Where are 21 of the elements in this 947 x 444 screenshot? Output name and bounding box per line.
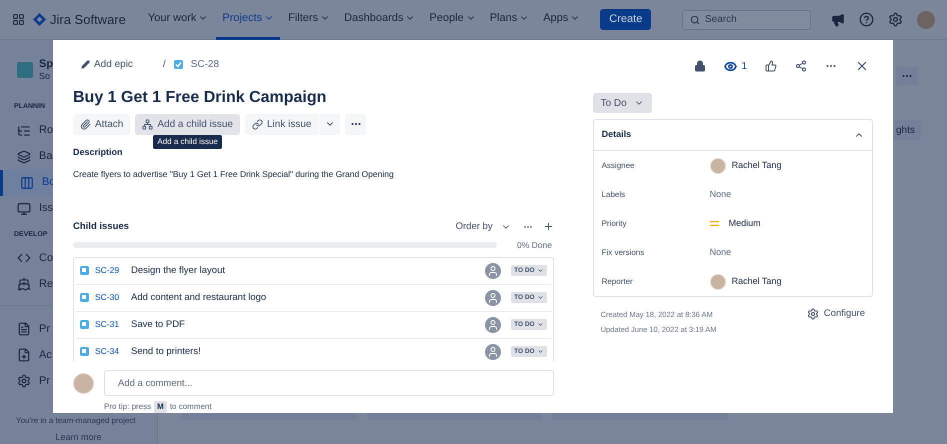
product-name: Jira Software xyxy=(50,10,126,29)
pro-tip-text: to comment xyxy=(170,401,212,413)
field-label: Fix versions xyxy=(602,246,646,258)
progress-reading: 0% Done xyxy=(517,239,552,252)
field-label: Labels xyxy=(602,188,626,200)
tooltip: Add a child issue xyxy=(153,134,222,149)
issue-summary: Add content and restaurant logo xyxy=(131,290,268,305)
field-label: Assignee xyxy=(602,160,636,172)
project-type-note: You're in a team-managed project xyxy=(15,415,137,427)
project-type: So xyxy=(39,70,52,82)
child-issues-heading: Child issues xyxy=(73,220,130,234)
breadcrumb-separator: / xyxy=(162,58,166,72)
description-heading: Description xyxy=(73,146,124,159)
issue-summary: Send to printers! xyxy=(131,344,202,359)
field-label: Reporter xyxy=(602,276,634,288)
pro-tip-text: Pro tip: press xyxy=(104,401,152,413)
project-name: Sp xyxy=(39,58,54,70)
keyboard-key: M xyxy=(154,401,167,413)
issue-summary: Save to PDF xyxy=(131,318,186,332)
field-label: Priority xyxy=(602,218,628,230)
issue-summary: Design the flyer layout xyxy=(131,264,226,278)
